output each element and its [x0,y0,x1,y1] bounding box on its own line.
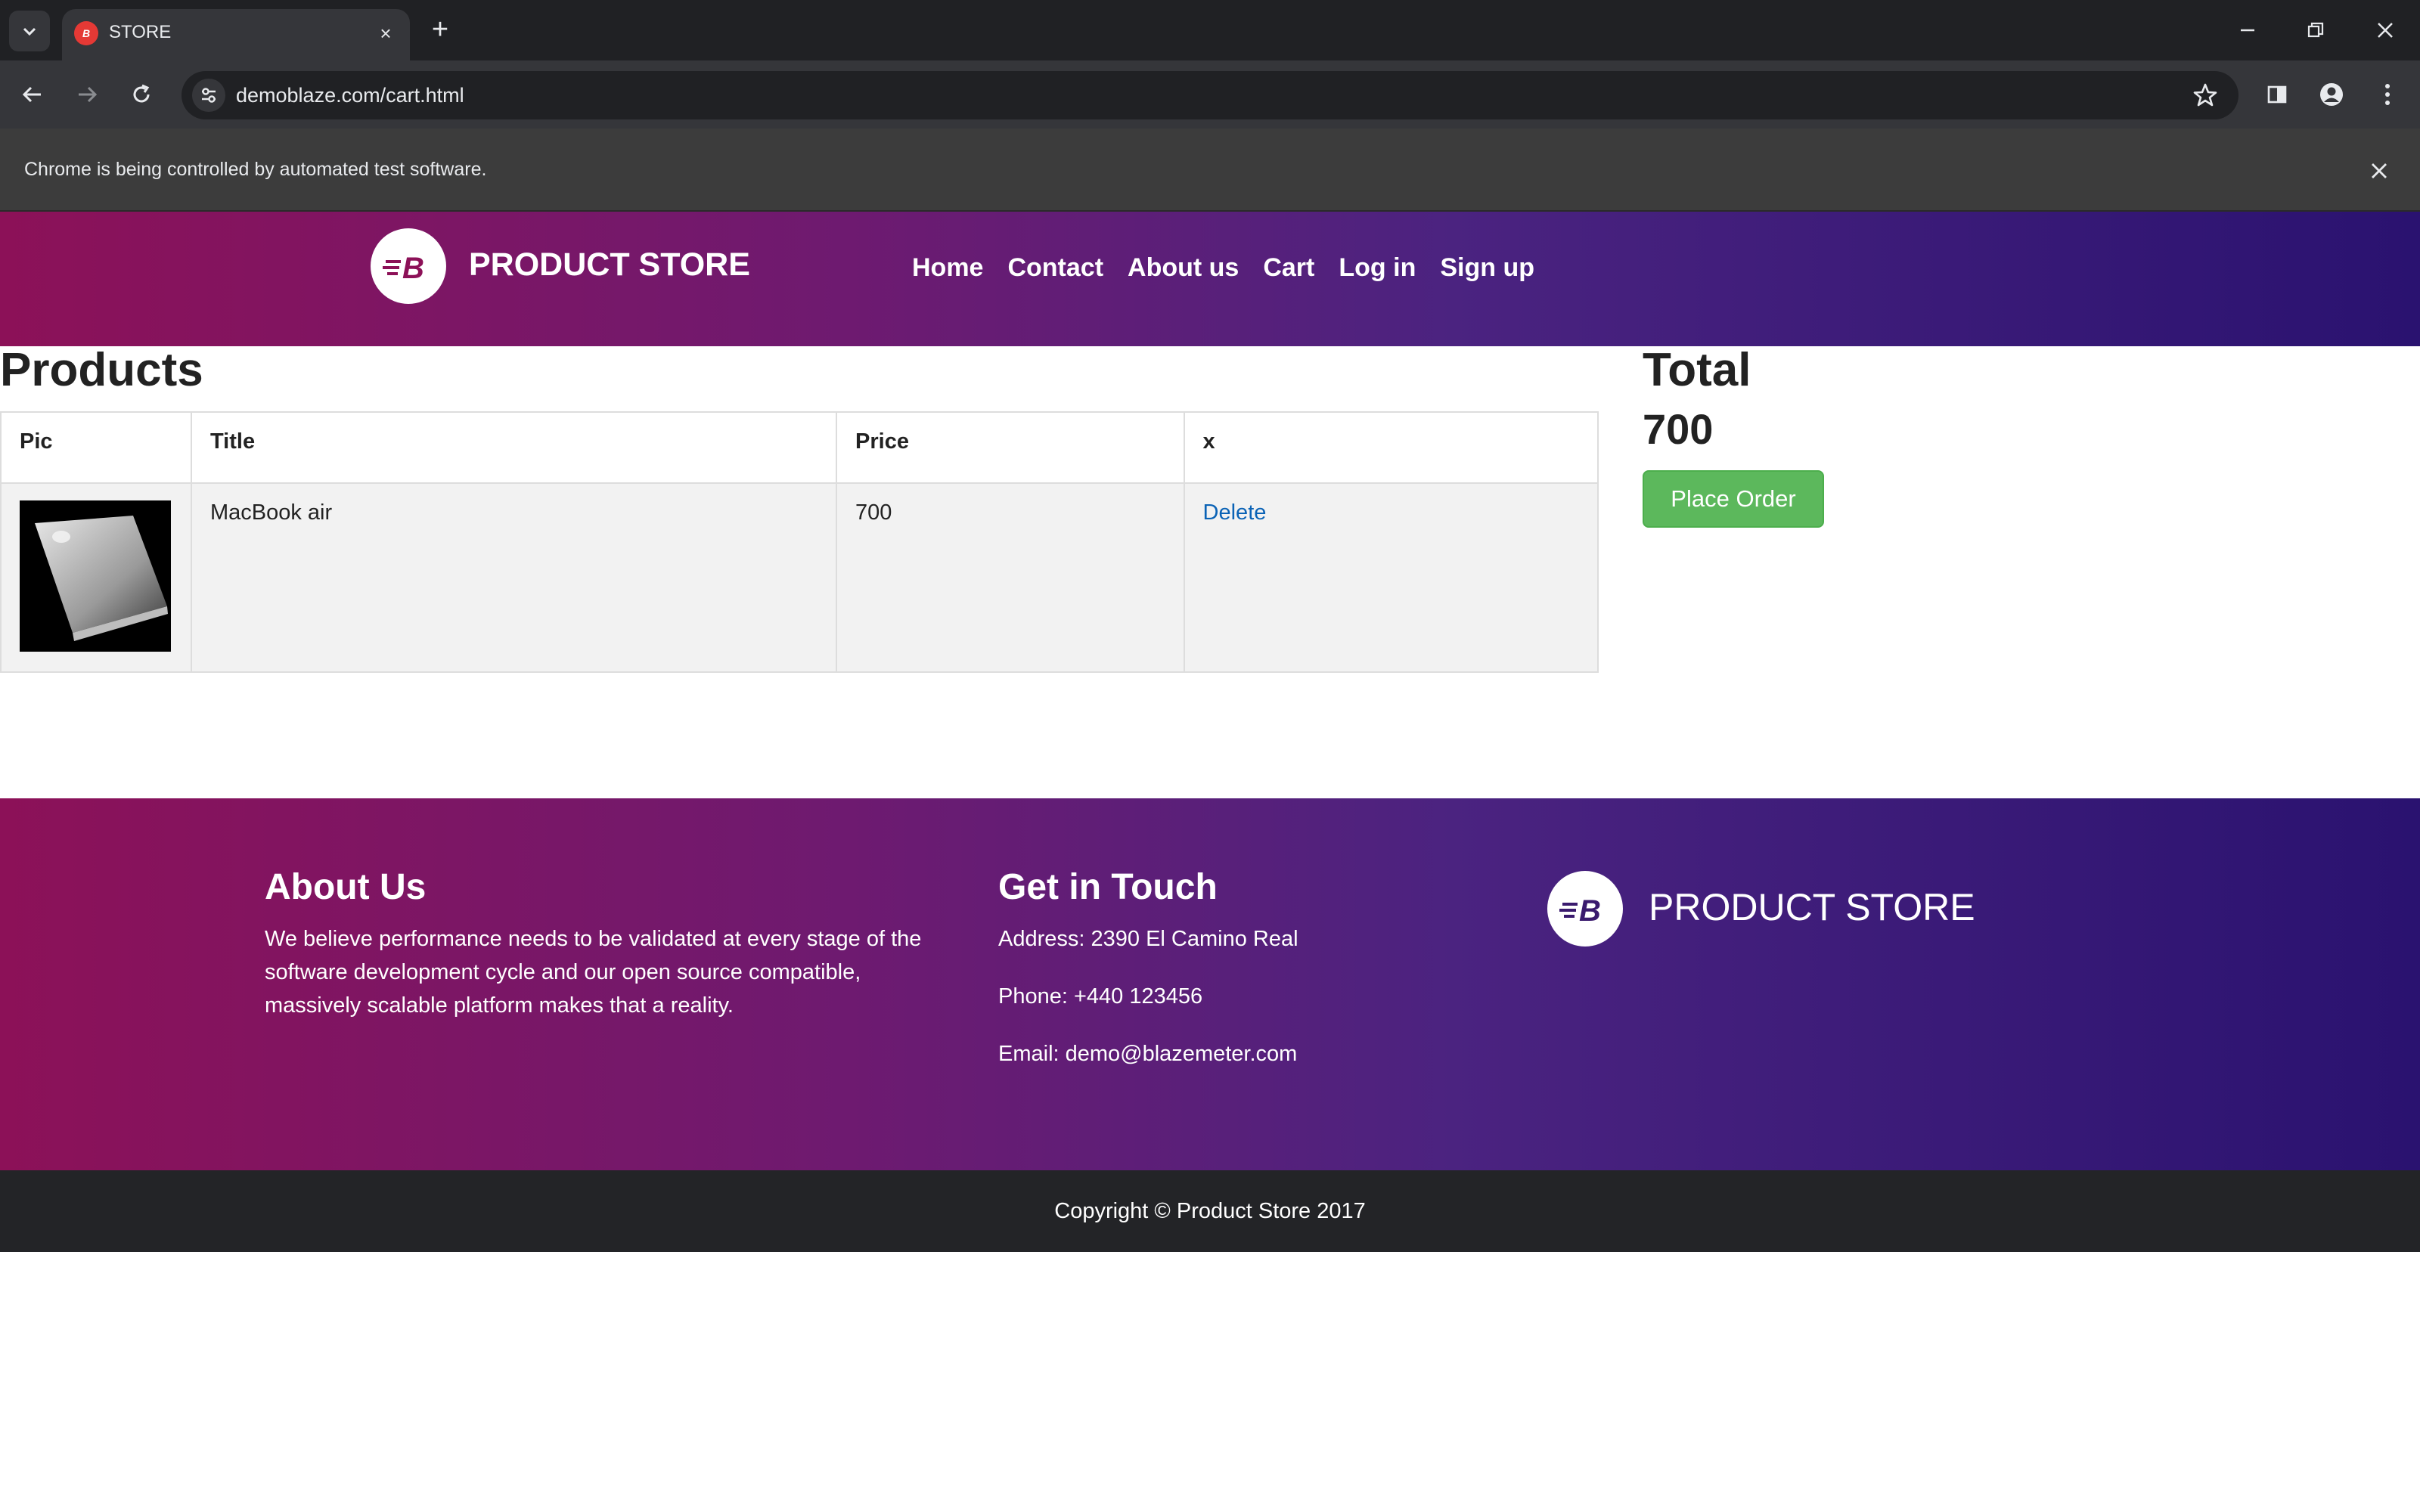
reload-icon [133,84,150,103]
browser-tab[interactable]: B STORE × [62,9,410,60]
address-text: Address: 2390 El Camino Real [998,927,1298,951]
reload-button[interactable] [124,77,159,112]
nav-links: Home Contact About us Cart Log in Sign u… [912,249,1534,286]
get-in-touch-heading: Get in Touch [998,867,1218,907]
laptop-image-icon [20,500,171,652]
place-order-button[interactable]: Place Order [1643,470,1824,528]
minimize-icon [2241,29,2254,32]
cart-table: Pic Title Price x MacBook air 700 Delete [0,411,1599,673]
chevron-down-icon [23,27,36,36]
nav-contact-link[interactable]: Contact [1007,249,1103,286]
nav-signup-link[interactable]: Sign up [1440,249,1534,286]
infobar-close-button[interactable] [2364,156,2394,186]
svg-text:B: B [402,252,424,284]
product-price-cell: 700 [836,482,1185,673]
site-settings-icon [202,88,216,103]
minimize-button[interactable] [2225,11,2270,50]
nav-about-link[interactable]: About us [1128,249,1239,286]
site-settings-button[interactable] [192,79,225,112]
close-window-button[interactable] [2363,11,2408,50]
site-navbar: B PRODUCT STORE Home Contact About us Ca… [0,212,2420,346]
blazemeter-logo-icon: B [1559,894,1601,927]
infobar-message: Chrome is being controlled by automated … [24,159,487,180]
site-footer: About Us We believe performance needs to… [0,798,2420,1170]
new-tab-button[interactable]: + [424,14,457,47]
restore-icon [2307,22,2324,38]
bookmark-button[interactable] [2190,80,2220,110]
address-bar[interactable]: demoblaze.com/cart.html [182,71,2238,119]
profile-icon [2320,83,2343,106]
close-icon [2378,23,2393,38]
products-heading: Products [0,344,203,396]
product-title-cell: MacBook air [190,482,838,673]
automation-infobar: Chrome is being controlled by automated … [0,129,2420,212]
side-panel-button[interactable] [2260,77,2294,112]
nav-login-link[interactable]: Log in [1339,249,1416,286]
footer-brand-name: PRODUCT STORE [1649,886,1975,928]
product-pic-cell [0,482,192,673]
table-row: MacBook air 700 Delete [0,482,1599,673]
blazemeter-logo-icon: B [383,252,424,284]
about-us-heading: About Us [265,867,427,907]
restore-button[interactable] [2293,11,2338,50]
svg-text:B: B [1579,894,1601,927]
table-header-row: Pic Title Price x [0,411,1599,484]
star-icon [2193,83,2217,107]
back-icon [22,86,41,103]
forward-icon [79,86,98,103]
column-header-title: Title [190,411,838,484]
tab-close-icon[interactable]: × [374,21,398,45]
side-panel-icon [2267,85,2287,104]
profile-button[interactable] [2314,77,2349,112]
copyright-text: Copyright © Product Store 2017 [1054,1199,1366,1223]
product-image [20,500,171,652]
product-action-cell: Delete [1183,482,1599,673]
more-icon [2385,84,2390,105]
total-value: 700 [1643,405,1714,453]
browser-toolbar: demoblaze.com/cart.html [0,60,2420,129]
browser-tabstrip: B STORE × + [0,0,2420,60]
delete-link[interactable]: Delete [1203,500,1267,525]
about-us-text: We believe performance needs to be valid… [265,927,922,1018]
column-header-price: Price [836,411,1185,484]
phone-text: Phone: +440 123456 [998,984,1203,1009]
column-header-pic: Pic [0,411,192,484]
nav-home-link[interactable]: Home [912,249,983,286]
nav-cart-link[interactable]: Cart [1263,249,1314,286]
url-text: demoblaze.com/cart.html [236,84,464,107]
total-heading: Total [1643,344,1751,396]
tab-title: STORE [109,22,172,42]
column-header-action: x [1183,411,1599,484]
footer-logo: B [1547,871,1623,947]
more-menu-button[interactable] [2370,77,2405,112]
close-icon [2372,163,2387,178]
forward-button[interactable] [70,77,104,112]
tab-search-button[interactable] [9,11,50,51]
back-button[interactable] [15,77,50,112]
store-logo[interactable]: B [371,228,446,304]
copyright-bar: Copyright © Product Store 2017 [0,1170,2420,1252]
email-text: Email: demo@blazemeter.com [998,1042,1298,1066]
store-favicon-icon: B [74,21,98,45]
brand-name[interactable]: PRODUCT STORE [469,243,750,286]
